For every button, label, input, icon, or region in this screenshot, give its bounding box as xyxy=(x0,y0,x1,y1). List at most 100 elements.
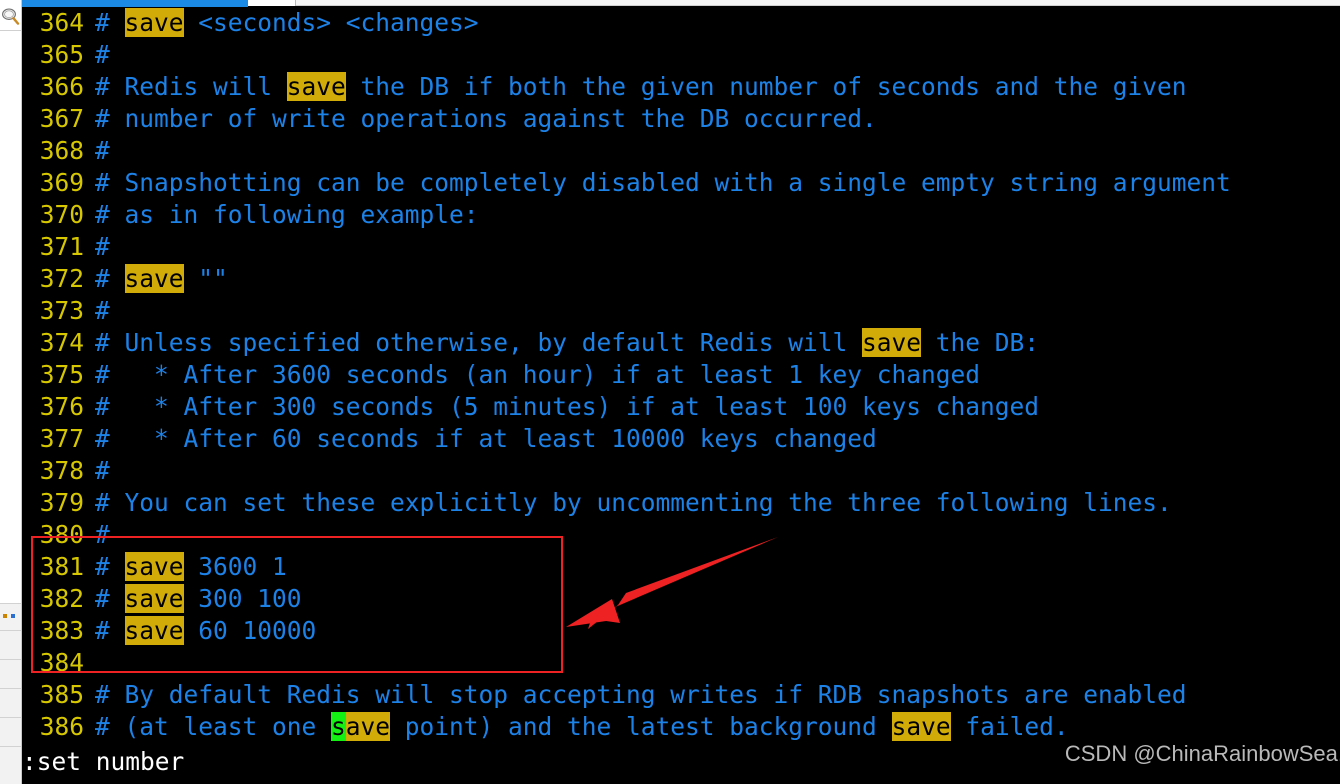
line-number: 368 xyxy=(39,136,84,165)
left-strip-status-dots xyxy=(3,614,19,621)
line-number: 367 xyxy=(39,104,84,133)
search-match-highlight: save xyxy=(862,328,922,357)
code-text: the DB: xyxy=(921,328,1040,357)
csdn-watermark: CSDN @ChinaRainbowSea. xyxy=(1064,741,1340,766)
code-line[interactable]: 367 # number of write operations against … xyxy=(22,103,1340,135)
line-number: 365 xyxy=(39,40,84,69)
code-text: # xyxy=(95,552,125,581)
line-number: 384 xyxy=(39,648,84,677)
code-text: the DB if both the given number of secon… xyxy=(345,72,1187,101)
code-line[interactable]: 373 # xyxy=(22,295,1340,327)
code-line[interactable]: 376 # * After 300 seconds (5 minutes) if … xyxy=(22,391,1340,423)
code-text: # xyxy=(95,520,110,549)
line-number: 372 xyxy=(39,264,84,293)
code-text: <seconds> <changes> xyxy=(183,8,479,37)
cursor-highlight: s xyxy=(331,712,346,741)
search-match-highlight: save xyxy=(891,712,951,741)
line-number: 383 xyxy=(39,616,84,645)
line-number: 369 xyxy=(39,168,84,197)
code-text: # xyxy=(95,296,110,325)
line-number: 378 xyxy=(39,456,84,485)
left-strip-divider xyxy=(0,659,21,660)
terminal-pane[interactable]: 364 # save <seconds> <changes> 365 #366 # Re… xyxy=(22,7,1340,784)
code-line[interactable]: 378 # xyxy=(22,455,1340,487)
left-strip-divider xyxy=(0,688,21,689)
code-text: # Unless specified otherwise, by default… xyxy=(95,328,863,357)
code-line[interactable]: 371 # xyxy=(22,231,1340,263)
code-line[interactable]: 374 # Unless specified otherwise, by defa… xyxy=(22,327,1340,359)
code-line[interactable]: 366 # Redis will save the DB if both the … xyxy=(22,71,1340,103)
code-text: # xyxy=(95,136,110,165)
code-text: # xyxy=(95,232,110,261)
line-number: 374 xyxy=(39,328,84,357)
code-lines-container: 364 # save <seconds> <changes> 365 #366 # Re… xyxy=(22,7,1340,743)
code-line[interactable]: 372 # save "" xyxy=(22,263,1340,295)
code-line[interactable]: 369 # Snapshotting can be completely disa… xyxy=(22,167,1340,199)
line-number: 377 xyxy=(39,424,84,453)
code-text: # You can set these explicitly by uncomm… xyxy=(95,488,1172,517)
code-line[interactable]: 383 # save 60 10000 xyxy=(22,615,1340,647)
code-text: # xyxy=(95,584,125,613)
code-text: 3600 1 xyxy=(183,552,287,581)
code-text: # xyxy=(95,264,125,293)
code-text: 60 10000 xyxy=(183,616,317,645)
active-tab-indicator[interactable] xyxy=(22,0,248,7)
search-match-highlight: ave xyxy=(345,712,391,741)
search-match-highlight: save xyxy=(124,264,184,293)
code-text: # * After 300 seconds (5 minutes) if at … xyxy=(95,392,1040,421)
code-line[interactable]: 370 # as in following example: xyxy=(22,199,1340,231)
search-match-highlight: save xyxy=(286,72,346,101)
left-strip-divider xyxy=(0,630,21,631)
code-text: # xyxy=(95,616,125,645)
vim-command-line[interactable]: :set number xyxy=(22,745,184,779)
code-text: # Redis will xyxy=(95,72,287,101)
line-number: 382 xyxy=(39,584,84,613)
left-strip-divider xyxy=(0,603,21,604)
code-line[interactable]: 364 # save <seconds> <changes> xyxy=(22,7,1340,39)
line-number: 366 xyxy=(39,72,84,101)
code-line[interactable]: 365 # xyxy=(22,39,1340,71)
line-number: 364 xyxy=(39,8,84,37)
search-icon[interactable] xyxy=(1,7,20,26)
window-tab-inactive[interactable] xyxy=(248,0,296,6)
window-tab-strip[interactable] xyxy=(296,0,1340,6)
code-text: "" xyxy=(183,264,228,293)
left-strip-body xyxy=(0,31,21,603)
code-line[interactable]: 384 xyxy=(22,647,1340,679)
line-number: 379 xyxy=(39,488,84,517)
screenshot-root: 364 # save <seconds> <changes> 365 #366 # Re… xyxy=(0,0,1340,784)
code-text: point) and the latest background xyxy=(390,712,892,741)
code-line[interactable]: 375 # * After 3600 seconds (an hour) if a… xyxy=(22,359,1340,391)
code-text: # as in following example: xyxy=(95,200,479,229)
line-number: 371 xyxy=(39,232,84,261)
code-line[interactable]: 377 # * After 60 seconds if at least 1000… xyxy=(22,423,1340,455)
line-number: 381 xyxy=(39,552,84,581)
search-match-highlight: save xyxy=(124,8,184,37)
search-match-highlight: save xyxy=(124,584,184,613)
code-line[interactable]: 385 # By default Redis will stop acceptin… xyxy=(22,679,1340,711)
code-line[interactable]: 382 # save 300 100 xyxy=(22,583,1340,615)
code-text: # By default Redis will stop accepting w… xyxy=(95,680,1187,709)
search-match-highlight: save xyxy=(124,552,184,581)
line-number: 376 xyxy=(39,392,84,421)
code-line[interactable]: 381 # save 3600 1 xyxy=(22,551,1340,583)
code-text: # Snapshotting can be completely disable… xyxy=(95,168,1231,197)
code-text: # xyxy=(95,456,110,485)
code-text: 300 100 xyxy=(183,584,302,613)
code-line[interactable]: 368 # xyxy=(22,135,1340,167)
code-text: # xyxy=(95,40,110,69)
code-line[interactable]: 380 # xyxy=(22,519,1340,551)
code-line[interactable]: 379 # You can set these explicitly by unc… xyxy=(22,487,1340,519)
search-match-highlight: save xyxy=(124,616,184,645)
left-strip-divider xyxy=(0,717,21,718)
left-strip-divider xyxy=(0,746,21,747)
left-tool-strip xyxy=(0,0,22,784)
code-text: # * After 3600 seconds (an hour) if at l… xyxy=(95,360,981,389)
code-text: # * After 60 seconds if at least 10000 k… xyxy=(95,424,877,453)
code-line[interactable]: 386 # (at least one save point) and the l… xyxy=(22,711,1340,743)
line-number: 375 xyxy=(39,360,84,389)
code-text: # xyxy=(95,8,125,37)
line-number: 370 xyxy=(39,200,84,229)
code-text: failed. xyxy=(950,712,1069,741)
code-text: # (at least one xyxy=(95,712,332,741)
